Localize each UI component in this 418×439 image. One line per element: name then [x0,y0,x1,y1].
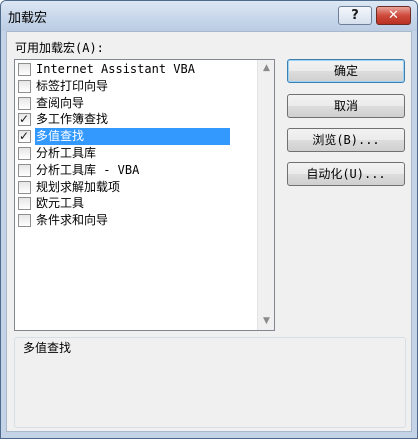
help-icon: ? [351,8,359,23]
addin-checkbox[interactable] [18,163,31,177]
close-icon: ✕ [388,8,399,23]
description-title: 多值查找 [23,341,72,355]
addin-list-item[interactable]: ✓ 多工作簿查找 [15,111,257,128]
addin-checkbox[interactable] [18,63,31,76]
addin-list-item[interactable]: 标签打印向导 [15,78,257,95]
ok-button[interactable]: 确定 [287,59,405,83]
addin-list-item[interactable]: ✓ 多值查找 [15,128,257,146]
addin-checkbox[interactable] [18,79,31,93]
addin-checkbox[interactable] [18,214,31,228]
addins-list: Internet Assistant VBA 标签打印向导 查阅向导 ✓ 多工作簿查找 ✓… [15,60,257,330]
close-button[interactable]: ✕ [376,6,411,25]
available-addins-label: 可用加载宏(A): [15,41,104,55]
ok-button-label: 确定 [333,64,358,78]
addin-list-item[interactable]: Internet Assistant VBA [15,61,257,78]
addin-label: 多工作簿查找 [36,112,109,127]
addin-list-item[interactable]: 欧元工具 [15,195,257,212]
addin-list-item[interactable]: 规划求解加载项 [15,179,257,196]
addins-dialog: 加载宏 ? ✕ 可用加载宏(A): Internet Assistant VBA… [0,0,418,439]
addin-checkbox[interactable] [18,197,31,211]
addin-label: 规划求解加载项 [36,179,121,194]
help-button[interactable]: ? [338,6,372,25]
addin-list-item[interactable]: 条件求和向导 [15,212,257,229]
addin-label: 多值查找 [35,128,230,146]
title-bar[interactable]: 加载宏 ? ✕ [1,1,417,31]
addins-listbox[interactable]: Internet Assistant VBA 标签打印向导 查阅向导 ✓ 多工作簿查找 ✓… [14,59,275,331]
addin-label: 欧元工具 [36,196,85,211]
vertical-scrollbar[interactable]: ▲ ▼ [257,60,274,330]
addin-list-item[interactable]: 分析工具库 - VBA [15,162,257,179]
addin-list-item[interactable]: 分析工具库 [15,145,257,162]
description-group: 多值查找 [14,337,406,428]
addin-label: Internet Assistant VBA [36,62,195,76]
checkmark-icon: ✓ [19,129,30,144]
addin-list-item[interactable]: 查阅向导 [15,95,257,112]
addin-checkbox[interactable] [18,180,31,194]
checkmark-icon: ✓ [19,112,30,127]
addin-checkbox[interactable]: ✓ [18,112,31,127]
addin-label: 标签打印向导 [36,78,109,93]
browse-button[interactable]: 浏览(B)... [287,128,405,152]
cancel-button-label: 取消 [333,99,358,113]
scroll-up-icon[interactable]: ▲ [258,60,275,77]
addin-checkbox[interactable] [18,147,31,160]
addin-checkbox[interactable] [18,96,31,110]
addin-checkbox[interactable]: ✓ [18,129,31,144]
addin-label: 查阅向导 [36,95,85,110]
automation-button[interactable]: 自动化(U)... [287,162,405,186]
dialog-body: 可用加载宏(A): Internet Assistant VBA 标签打印向导 查阅… [6,31,412,432]
addin-label: 条件求和向导 [36,213,109,228]
automation-button-label: 自动化(U)... [306,167,386,181]
dialog-title: 加载宏 [8,11,48,26]
addin-label: 分析工具库 [36,146,97,160]
cancel-button[interactable]: 取消 [287,94,405,118]
addin-label: 分析工具库 - VBA [36,162,140,177]
browse-button-label: 浏览(B)... [312,133,380,147]
scroll-down-icon[interactable]: ▼ [258,313,275,330]
